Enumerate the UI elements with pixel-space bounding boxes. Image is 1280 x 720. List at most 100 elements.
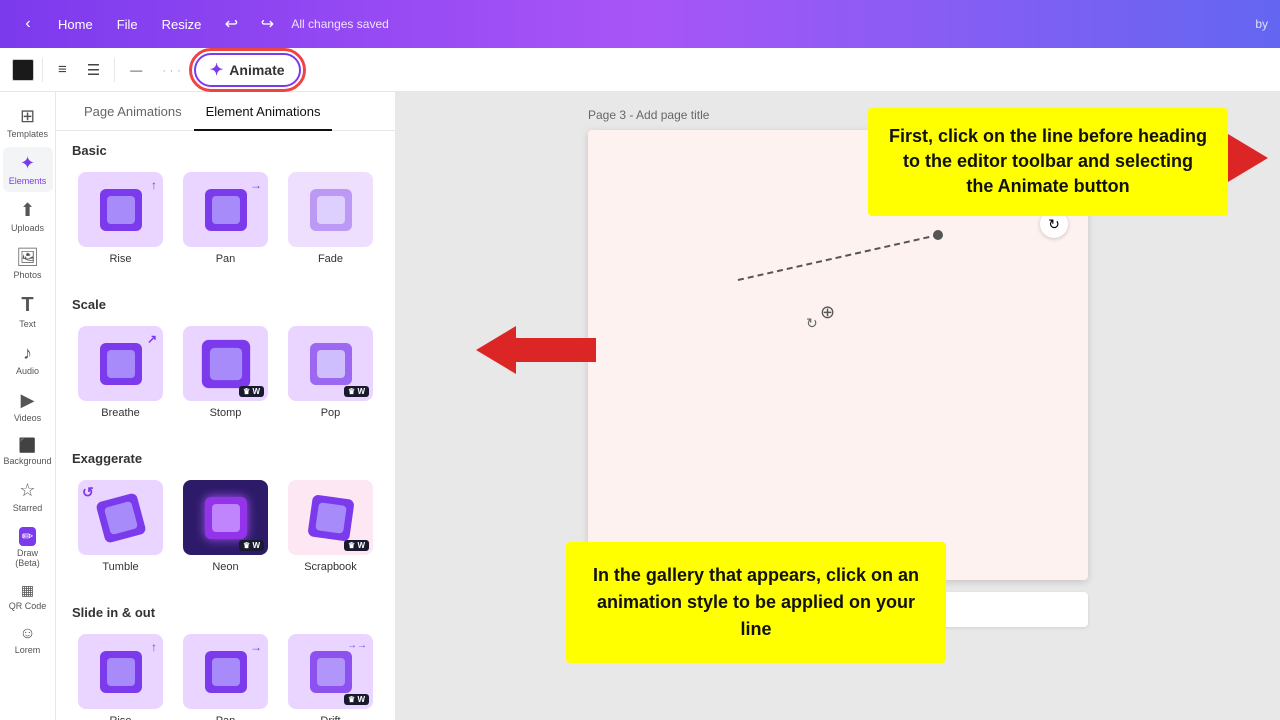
rise-thumb: ↑ [78, 172, 163, 247]
align-left-icon[interactable]: ≡ [51, 56, 74, 83]
anim-card-fade[interactable]: Fade [282, 168, 379, 269]
back-btn[interactable]: ‹ [12, 8, 44, 40]
dotted-line-svg [728, 230, 948, 290]
line-element[interactable] [728, 230, 948, 233]
rise-slide-arrow: ↑ [151, 640, 157, 654]
line-weight-icon[interactable]: — [123, 58, 149, 82]
animate-icon: ✦ [210, 60, 223, 80]
breathe-shape [100, 343, 142, 385]
neon-label: Neon [212, 561, 238, 573]
align-center-icon[interactable]: ☰ [80, 56, 106, 84]
neon-pro-badge: W [239, 540, 264, 551]
stomp-label: Stomp [210, 407, 242, 419]
lorem-icon: ☺ [19, 625, 35, 643]
rotate-handle[interactable]: ↻ [806, 315, 818, 332]
undo-btn[interactable]: ↩ [215, 8, 247, 40]
background-icon: ⬛ [19, 437, 36, 454]
audio-icon: ♪ [23, 343, 32, 364]
anim-card-rise-slide[interactable]: ↑ Rise [72, 630, 169, 720]
pan-inner [212, 196, 240, 224]
section-slide: Slide in & out ↑ Rise [56, 593, 395, 720]
animation-tabs: Page Animations Element Animations [56, 92, 395, 131]
anim-card-breathe[interactable]: ↗ Breathe [72, 322, 169, 423]
tumble-thumb: ↺ [78, 480, 163, 555]
resize-btn[interactable]: Resize [152, 13, 212, 36]
slide-title: Slide in & out [72, 605, 379, 620]
rise-arrow: ↑ [151, 178, 157, 192]
redo-btn[interactable]: ↪ [251, 8, 283, 40]
anim-card-rise-basic[interactable]: ↑ Rise [72, 168, 169, 269]
section-exaggerate: Exaggerate ↺ Tumble [56, 439, 395, 577]
anim-card-stomp[interactable]: W Stomp [177, 322, 274, 423]
breathe-label: Breathe [101, 407, 140, 419]
sidebar-item-audio[interactable]: ♪ Audio [3, 337, 53, 382]
stomp-pro-badge: W [239, 386, 264, 397]
tab-element-animations[interactable]: Element Animations [194, 92, 333, 131]
text-icon: T [21, 294, 33, 317]
overlay-1-container: First, click on the line before heading … [1148, 100, 1268, 186]
main: ⊞ Templates ✦ Elements ⬆ Uploads 🖼 Photo… [0, 92, 1280, 720]
toolbar: ≡ ☰ — · · · ✦ Animate [0, 48, 1280, 92]
scale-title: Scale [72, 297, 379, 312]
anim-card-pan-basic[interactable]: → Pan [177, 168, 274, 269]
anim-card-tumble[interactable]: ↺ Tumble [72, 476, 169, 577]
stomp-inner [209, 347, 241, 379]
sidebar-item-videos[interactable]: ▶ Videos [3, 384, 53, 429]
drift-label: Drift [320, 715, 340, 720]
sidebar-item-templates[interactable]: ⊞ Templates [3, 100, 53, 145]
anim-card-neon[interactable]: W Neon [177, 476, 274, 577]
sidebar-item-qr[interactable]: ▦ QR Code [3, 576, 53, 617]
sidebar-item-elements[interactable]: ✦ Elements [3, 147, 53, 192]
home-btn[interactable]: Home [48, 13, 103, 36]
overlay-instruction-1: First, click on the line before heading … [868, 108, 1228, 216]
sidebar-item-starred[interactable]: ☆ Starred [3, 474, 53, 519]
tumble-arrow: ↺ [82, 484, 94, 501]
neon-thumb: W [183, 480, 268, 555]
pan-arrow: → [250, 178, 262, 192]
move-handle[interactable]: ⊕ [820, 302, 835, 323]
rise-shape [100, 189, 142, 231]
drift-inner [317, 658, 345, 686]
by-label: by [1255, 17, 1268, 31]
color-swatch[interactable] [12, 59, 34, 81]
red-arrow-2 [476, 322, 596, 383]
exaggerate-title: Exaggerate [72, 451, 379, 466]
overlay-2-container: In the gallery that appears, click on an… [476, 322, 596, 383]
anim-card-pan-slide[interactable]: → Pan [177, 630, 274, 720]
tab-page-animations[interactable]: Page Animations [72, 92, 194, 131]
file-btn[interactable]: File [107, 13, 148, 36]
sidebar-item-background[interactable]: ⬛ Background [3, 431, 53, 472]
animate-button[interactable]: ✦ Animate [194, 53, 301, 87]
qr-icon: ▦ [21, 582, 34, 599]
drift-thumb: →→ W [288, 634, 373, 709]
scrapbook-pro-badge: W [344, 540, 369, 551]
anim-card-drift[interactable]: →→ W Drift [282, 630, 379, 720]
topbar: ‹ Home File Resize ↩ ↪ All changes saved… [0, 0, 1280, 48]
sidebar-item-draw[interactable]: ✏ Draw (Beta) [3, 521, 53, 574]
draw-icon: ✏ [19, 527, 37, 546]
sidebar-item-text[interactable]: T Text [3, 288, 53, 335]
elements-icon: ✦ [20, 153, 35, 174]
rise-slide-label: Rise [109, 715, 131, 720]
basic-title: Basic [72, 143, 379, 158]
sidebar-item-lorem[interactable]: ☺ Lorem [3, 619, 53, 661]
anim-card-scrapbook[interactable]: W Scrapbook [282, 476, 379, 577]
pan-slide-thumb: → [183, 634, 268, 709]
pan-thumb: → [183, 172, 268, 247]
section-scale: Scale ↗ Breathe [56, 285, 395, 423]
topbar-nav: ‹ Home File Resize ↩ ↪ All changes saved [12, 8, 389, 40]
dash-icon[interactable]: · · · [155, 58, 188, 82]
drift-arrow-icon: →→ [347, 640, 367, 651]
fade-shape [310, 189, 352, 231]
breathe-arrow: ↗ [147, 332, 157, 346]
sidebar-item-uploads[interactable]: ⬆ Uploads [3, 194, 53, 239]
scrapbook-inner [315, 502, 347, 534]
overlay-instruction-2: In the gallery that appears, click on an… [566, 542, 946, 663]
sidebar-item-photos[interactable]: 🖼 Photos [3, 241, 53, 286]
fade-inner [317, 196, 345, 224]
red-arrow-left-svg [476, 322, 596, 378]
breathe-thumb: ↗ [78, 326, 163, 401]
anim-card-pop[interactable]: W Pop [282, 322, 379, 423]
rise-slide-inner [107, 658, 135, 686]
section-basic: Basic ↑ Rise [56, 131, 395, 269]
